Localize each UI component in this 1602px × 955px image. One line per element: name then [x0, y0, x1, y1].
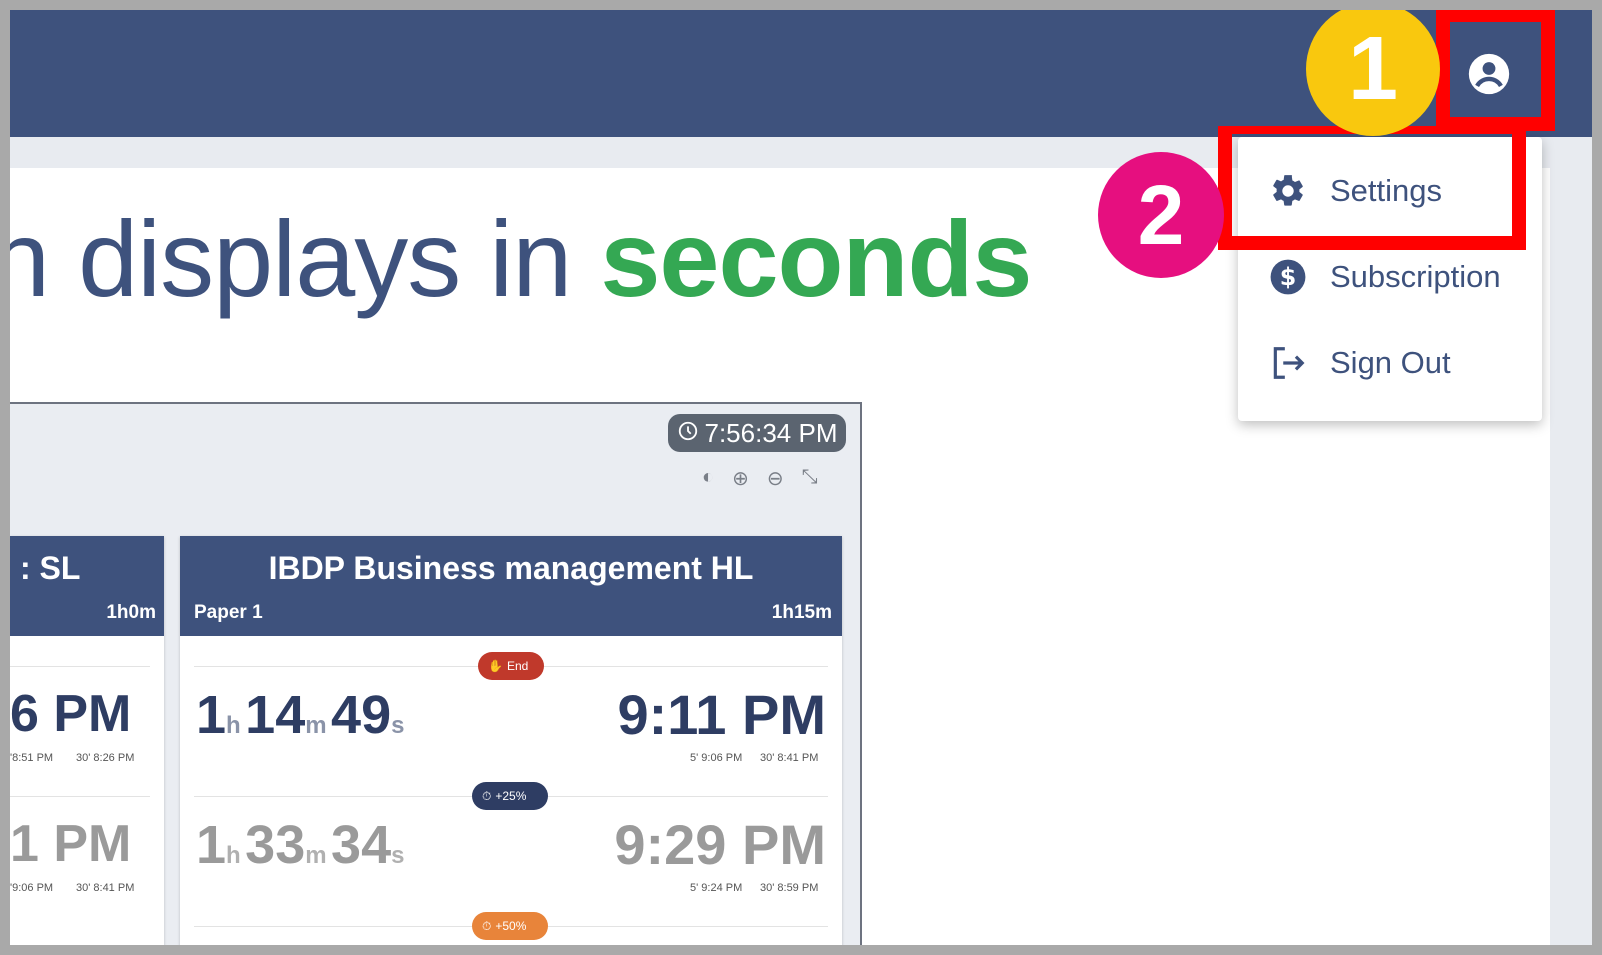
svg-text:$: $: [1280, 263, 1297, 291]
exam-card-left: : SL 1h0m 6 PM '8:51 PM 30' 8:26 PM 1 PM…: [10, 536, 164, 945]
exam-card-main: IBDP Business management HL Paper 1 1h15…: [180, 536, 842, 945]
menu-item-sign-out[interactable]: Sign Out: [1268, 333, 1451, 393]
sign-out-icon: [1268, 343, 1308, 383]
highlight-account-button: [1436, 10, 1555, 131]
extra-time-50-button[interactable]: ⏱ +50%: [472, 912, 548, 940]
zoom-in-icon[interactable]: ⊕: [732, 466, 749, 491]
zoom-out-icon[interactable]: ⊖: [767, 466, 784, 491]
side-strip: [1550, 137, 1592, 945]
highlight-settings: [1218, 126, 1526, 250]
collapse-icon[interactable]: ⤡: [802, 466, 818, 491]
menu-item-subscription[interactable]: $ Subscription: [1268, 247, 1501, 307]
end-time-2: 9:29 PM: [614, 813, 826, 876]
preview-toolbar: ◐ ⊕ ⊖ ⤡: [702, 466, 818, 491]
clock-pill: 7:56:34 PM: [668, 414, 846, 452]
timer-plus-icon: ⏱: [482, 788, 492, 803]
timer-plus-icon: ⏱: [482, 918, 492, 933]
exam-duration: 1h15m: [771, 602, 832, 623]
end-time-1: 9:11 PM: [617, 683, 826, 746]
hand-icon: ✋: [488, 659, 503, 673]
exam-paper: Paper 1: [194, 602, 263, 623]
app-preview: 7:56:34 PM ◐ ⊕ ⊖ ⤡ : SL 1h0m 6 PM '8:51 …: [10, 402, 862, 945]
app-frame: n displays in seconds 7:56:34 PM ◐ ⊕ ⊖ ⤡…: [10, 10, 1592, 945]
dollar-icon: $: [1268, 257, 1308, 297]
countdown-2: 1h 33m 34s: [196, 815, 405, 875]
contrast-icon[interactable]: ◐: [702, 466, 714, 491]
hero-headline: n displays in seconds: [10, 198, 1033, 319]
exam-title: IBDP Business management HL: [268, 550, 754, 586]
countdown-1: 1h 14m 49s: [196, 685, 405, 745]
end-button[interactable]: ✋ End: [478, 652, 544, 680]
extra-time-25-button[interactable]: ⏱ +25%: [472, 782, 548, 810]
clock-icon: [677, 418, 699, 449]
step-badge-2: 2: [1098, 152, 1224, 278]
